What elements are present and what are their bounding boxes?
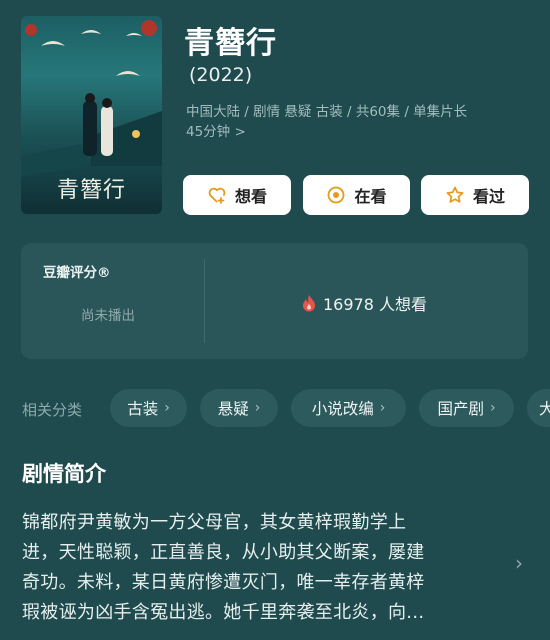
heart-plus-icon [208, 187, 226, 204]
category-chip-label: 大 [539, 400, 550, 418]
watching-label: 在看 [354, 187, 387, 206]
rating-card[interactable]: 豆瓣评分® 尚未播出 16978 人想看 [21, 243, 528, 359]
chevron-right-icon: › [489, 400, 496, 416]
rating-status: 尚未播出 [81, 308, 135, 324]
category-chip-label: 小说改编 [311, 400, 374, 418]
category-chip-label: 古装 [127, 400, 159, 418]
expand-chevron-icon[interactable]: › [515, 551, 523, 575]
category-chip-suspense[interactable]: 悬疑 › [200, 389, 278, 427]
category-chip-label: 国产剧 [437, 400, 484, 418]
watching-button[interactable]: 在看 [303, 175, 410, 215]
synopsis-line: 进，天性聪颖，正直善良，从小助其父断案，屡建 [22, 542, 425, 563]
synopsis-text[interactable]: 锦都府尹黄敏为一方父母官，其女黄梓瑕勤学上 进，天性聪颖，正直善良，从小助其父断… [22, 508, 492, 628]
poster-title: 青簪行 [56, 178, 126, 203]
poster-image[interactable]: 青簪行 [21, 16, 162, 214]
watched-button[interactable]: 看过 [421, 175, 529, 215]
want-to-watch-button[interactable]: 想看 [183, 175, 291, 215]
target-icon [328, 186, 345, 204]
chevron-right-icon: › [379, 400, 386, 416]
chevron-right-icon: › [254, 400, 261, 416]
synopsis-line: 奇功。未料，某日黄府惨遭灭门，唯一幸存者黄梓 [22, 572, 425, 593]
chevron-right-icon: › [164, 400, 170, 416]
meta-info[interactable]: 中国大陆 / 剧情 悬疑 古装 / 共60集 / 单集片长 45分钟 > [186, 102, 526, 142]
related-categories-label: 相关分类 [22, 401, 83, 419]
category-chip-partial[interactable]: 大 [527, 389, 550, 427]
category-chip-ancient[interactable]: 古装 › [110, 389, 187, 427]
want-count: 16978 人想看 [301, 291, 427, 315]
want-count-text: 16978 人想看 [323, 295, 427, 314]
release-year: (2022) [189, 64, 253, 86]
synopsis-title: 剧情简介 [22, 462, 106, 486]
page-title: 青簪行 [184, 26, 277, 61]
category-chip-domestic-drama[interactable]: 国产剧 › [419, 389, 514, 427]
meta-line-1: 中国大陆 / 剧情 悬疑 古装 / 共60集 / 单集片长 [186, 104, 468, 120]
flame-icon [303, 295, 315, 312]
watched-label: 看过 [472, 187, 505, 206]
douban-rating-label: 豆瓣评分® [43, 265, 111, 281]
synopsis-line: 瑕被诬为凶手含冤出逃。她千里奔袭至北炎，向... [22, 602, 425, 623]
want-label: 想看 [234, 187, 267, 206]
category-chip-label: 悬疑 [217, 400, 249, 418]
meta-line-2: 45分钟 > [186, 124, 246, 140]
star-icon [446, 186, 464, 203]
synopsis-line: 锦都府尹黄敏为一方父母官，其女黄梓瑕勤学上 [22, 512, 407, 533]
rating-divider [204, 259, 205, 343]
category-chip-novel-adaptation[interactable]: 小说改编 › [291, 389, 406, 427]
